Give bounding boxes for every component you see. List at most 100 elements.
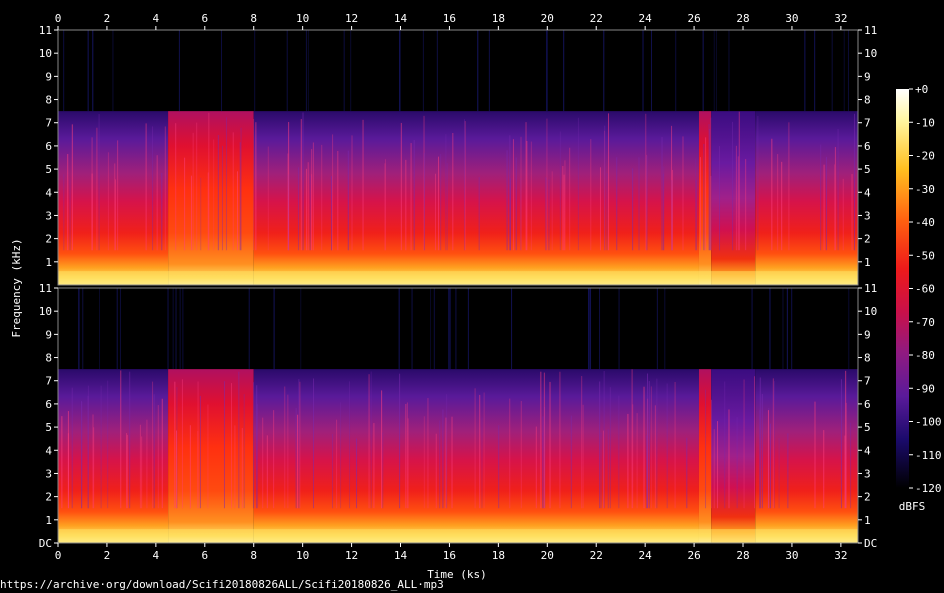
colorbar-tick-label: -110 bbox=[915, 449, 942, 462]
spectral-streak bbox=[599, 167, 601, 251]
x-tick-label-top: 22 bbox=[590, 12, 603, 25]
x-tick-label-bottom: 24 bbox=[639, 549, 653, 562]
spectral-streak bbox=[699, 157, 701, 251]
spectral-streak bbox=[107, 152, 109, 251]
x-tick-label-bottom: 0 bbox=[55, 549, 62, 562]
spectral-streak bbox=[370, 371, 372, 509]
spectral-streak bbox=[190, 175, 192, 251]
x-tick-label-top: 14 bbox=[394, 12, 408, 25]
y-tick-label-right: 7 bbox=[864, 117, 871, 130]
spectral-streak bbox=[711, 399, 713, 509]
spectral-streak bbox=[156, 155, 158, 251]
spectral-streak bbox=[548, 179, 550, 251]
spectral-streak bbox=[349, 381, 351, 509]
spectral-streak bbox=[603, 370, 605, 509]
spectral-streak bbox=[823, 430, 825, 509]
spectral-streak bbox=[525, 122, 527, 251]
colorbar-tick-label: -120 bbox=[915, 482, 942, 495]
transient-line bbox=[254, 30, 256, 112]
transient-line bbox=[563, 30, 565, 112]
spectral-streak bbox=[351, 135, 353, 251]
transient-line bbox=[63, 30, 65, 112]
y-tick-label-right: 2 bbox=[864, 233, 871, 246]
spectral-streak bbox=[336, 419, 338, 509]
spectral-streak bbox=[761, 393, 763, 509]
spectral-streak bbox=[549, 381, 551, 509]
spectral-streak bbox=[719, 146, 721, 251]
x-tick-label-bottom: 12 bbox=[345, 549, 358, 562]
y-tick-label-right: 10 bbox=[864, 305, 877, 318]
spectral-streak bbox=[606, 173, 608, 251]
transient-line bbox=[713, 30, 715, 112]
x-tick-label-top: 18 bbox=[492, 12, 505, 25]
spectral-streak bbox=[788, 122, 790, 251]
spectral-streak bbox=[551, 171, 553, 251]
spectral-streak bbox=[705, 389, 707, 509]
spectral-streak bbox=[321, 144, 323, 251]
spectral-streak bbox=[330, 176, 332, 251]
spectral-streak bbox=[145, 123, 147, 251]
transient-line bbox=[675, 30, 677, 112]
spectral-streak bbox=[559, 131, 561, 251]
spectral-streak bbox=[737, 156, 739, 251]
y-tick-label-right: 1 bbox=[864, 256, 871, 269]
y-tick-label-left: 9 bbox=[45, 328, 52, 341]
transient-line bbox=[248, 288, 250, 370]
spectral-streak bbox=[262, 417, 264, 509]
y-axis-title: Frequency (kHz) bbox=[10, 238, 23, 337]
spectral-streak bbox=[509, 178, 511, 251]
x-tick-label-top: 16 bbox=[443, 12, 456, 25]
colorbar-tick-label: -60 bbox=[915, 283, 935, 296]
spectral-streak bbox=[243, 394, 245, 509]
spectral-streak bbox=[618, 395, 620, 509]
y-tick-label-right: DC bbox=[864, 537, 877, 550]
spectral-streak bbox=[666, 383, 668, 509]
y-tick-label-left: 9 bbox=[45, 70, 52, 83]
source-url: https://archive·org/download/Scifi201808… bbox=[0, 578, 444, 591]
y-tick-label-left: 7 bbox=[45, 117, 52, 130]
spectral-streak bbox=[267, 146, 269, 251]
x-tick-label-bottom: 32 bbox=[834, 549, 847, 562]
spectral-streak bbox=[67, 411, 69, 509]
spectral-streak bbox=[772, 378, 774, 509]
spectral-streak bbox=[442, 409, 444, 509]
transient-line bbox=[411, 288, 413, 370]
spectral-streak bbox=[728, 409, 730, 509]
spectral-streak bbox=[854, 113, 856, 251]
y-tick-label-right: 5 bbox=[864, 421, 871, 434]
spectral-streak bbox=[257, 404, 259, 509]
y-tick-label-left: DC bbox=[39, 537, 52, 550]
spectral-streak bbox=[312, 142, 314, 251]
transient-line bbox=[448, 288, 450, 370]
spectral-streak bbox=[197, 430, 199, 509]
spectrogram-channel-2 bbox=[57, 287, 859, 544]
transient-line bbox=[831, 30, 833, 112]
spectral-streak bbox=[562, 165, 564, 251]
spectral-streak bbox=[464, 121, 466, 251]
spectral-streak bbox=[616, 157, 618, 251]
spectral-streak bbox=[540, 371, 542, 509]
spectrogram-channel-1 bbox=[57, 29, 859, 286]
spectral-streak bbox=[599, 381, 601, 509]
spectral-streak bbox=[175, 123, 177, 251]
spectral-streak bbox=[600, 432, 602, 509]
spectral-streak bbox=[164, 126, 166, 251]
colorbar-tick-label: -80 bbox=[915, 349, 935, 362]
spectral-streak bbox=[481, 417, 483, 509]
spectral-streak bbox=[446, 394, 448, 509]
spectral-streak bbox=[80, 400, 82, 509]
x-tick-label-bottom: 14 bbox=[394, 549, 408, 562]
x-tick-label-top: 12 bbox=[345, 12, 358, 25]
spectral-streak bbox=[255, 122, 257, 251]
spectral-streak bbox=[427, 398, 429, 509]
spectral-streak bbox=[438, 156, 440, 251]
spectral-streak bbox=[87, 395, 89, 509]
spectral-streak bbox=[399, 373, 401, 509]
transient-line bbox=[618, 288, 620, 370]
spectral-streak bbox=[176, 430, 178, 509]
spectral-streak bbox=[161, 172, 163, 251]
transient-line bbox=[82, 288, 84, 370]
spectral-streak bbox=[69, 179, 71, 251]
spectral-streak bbox=[232, 132, 234, 251]
spectral-streak bbox=[299, 381, 301, 509]
